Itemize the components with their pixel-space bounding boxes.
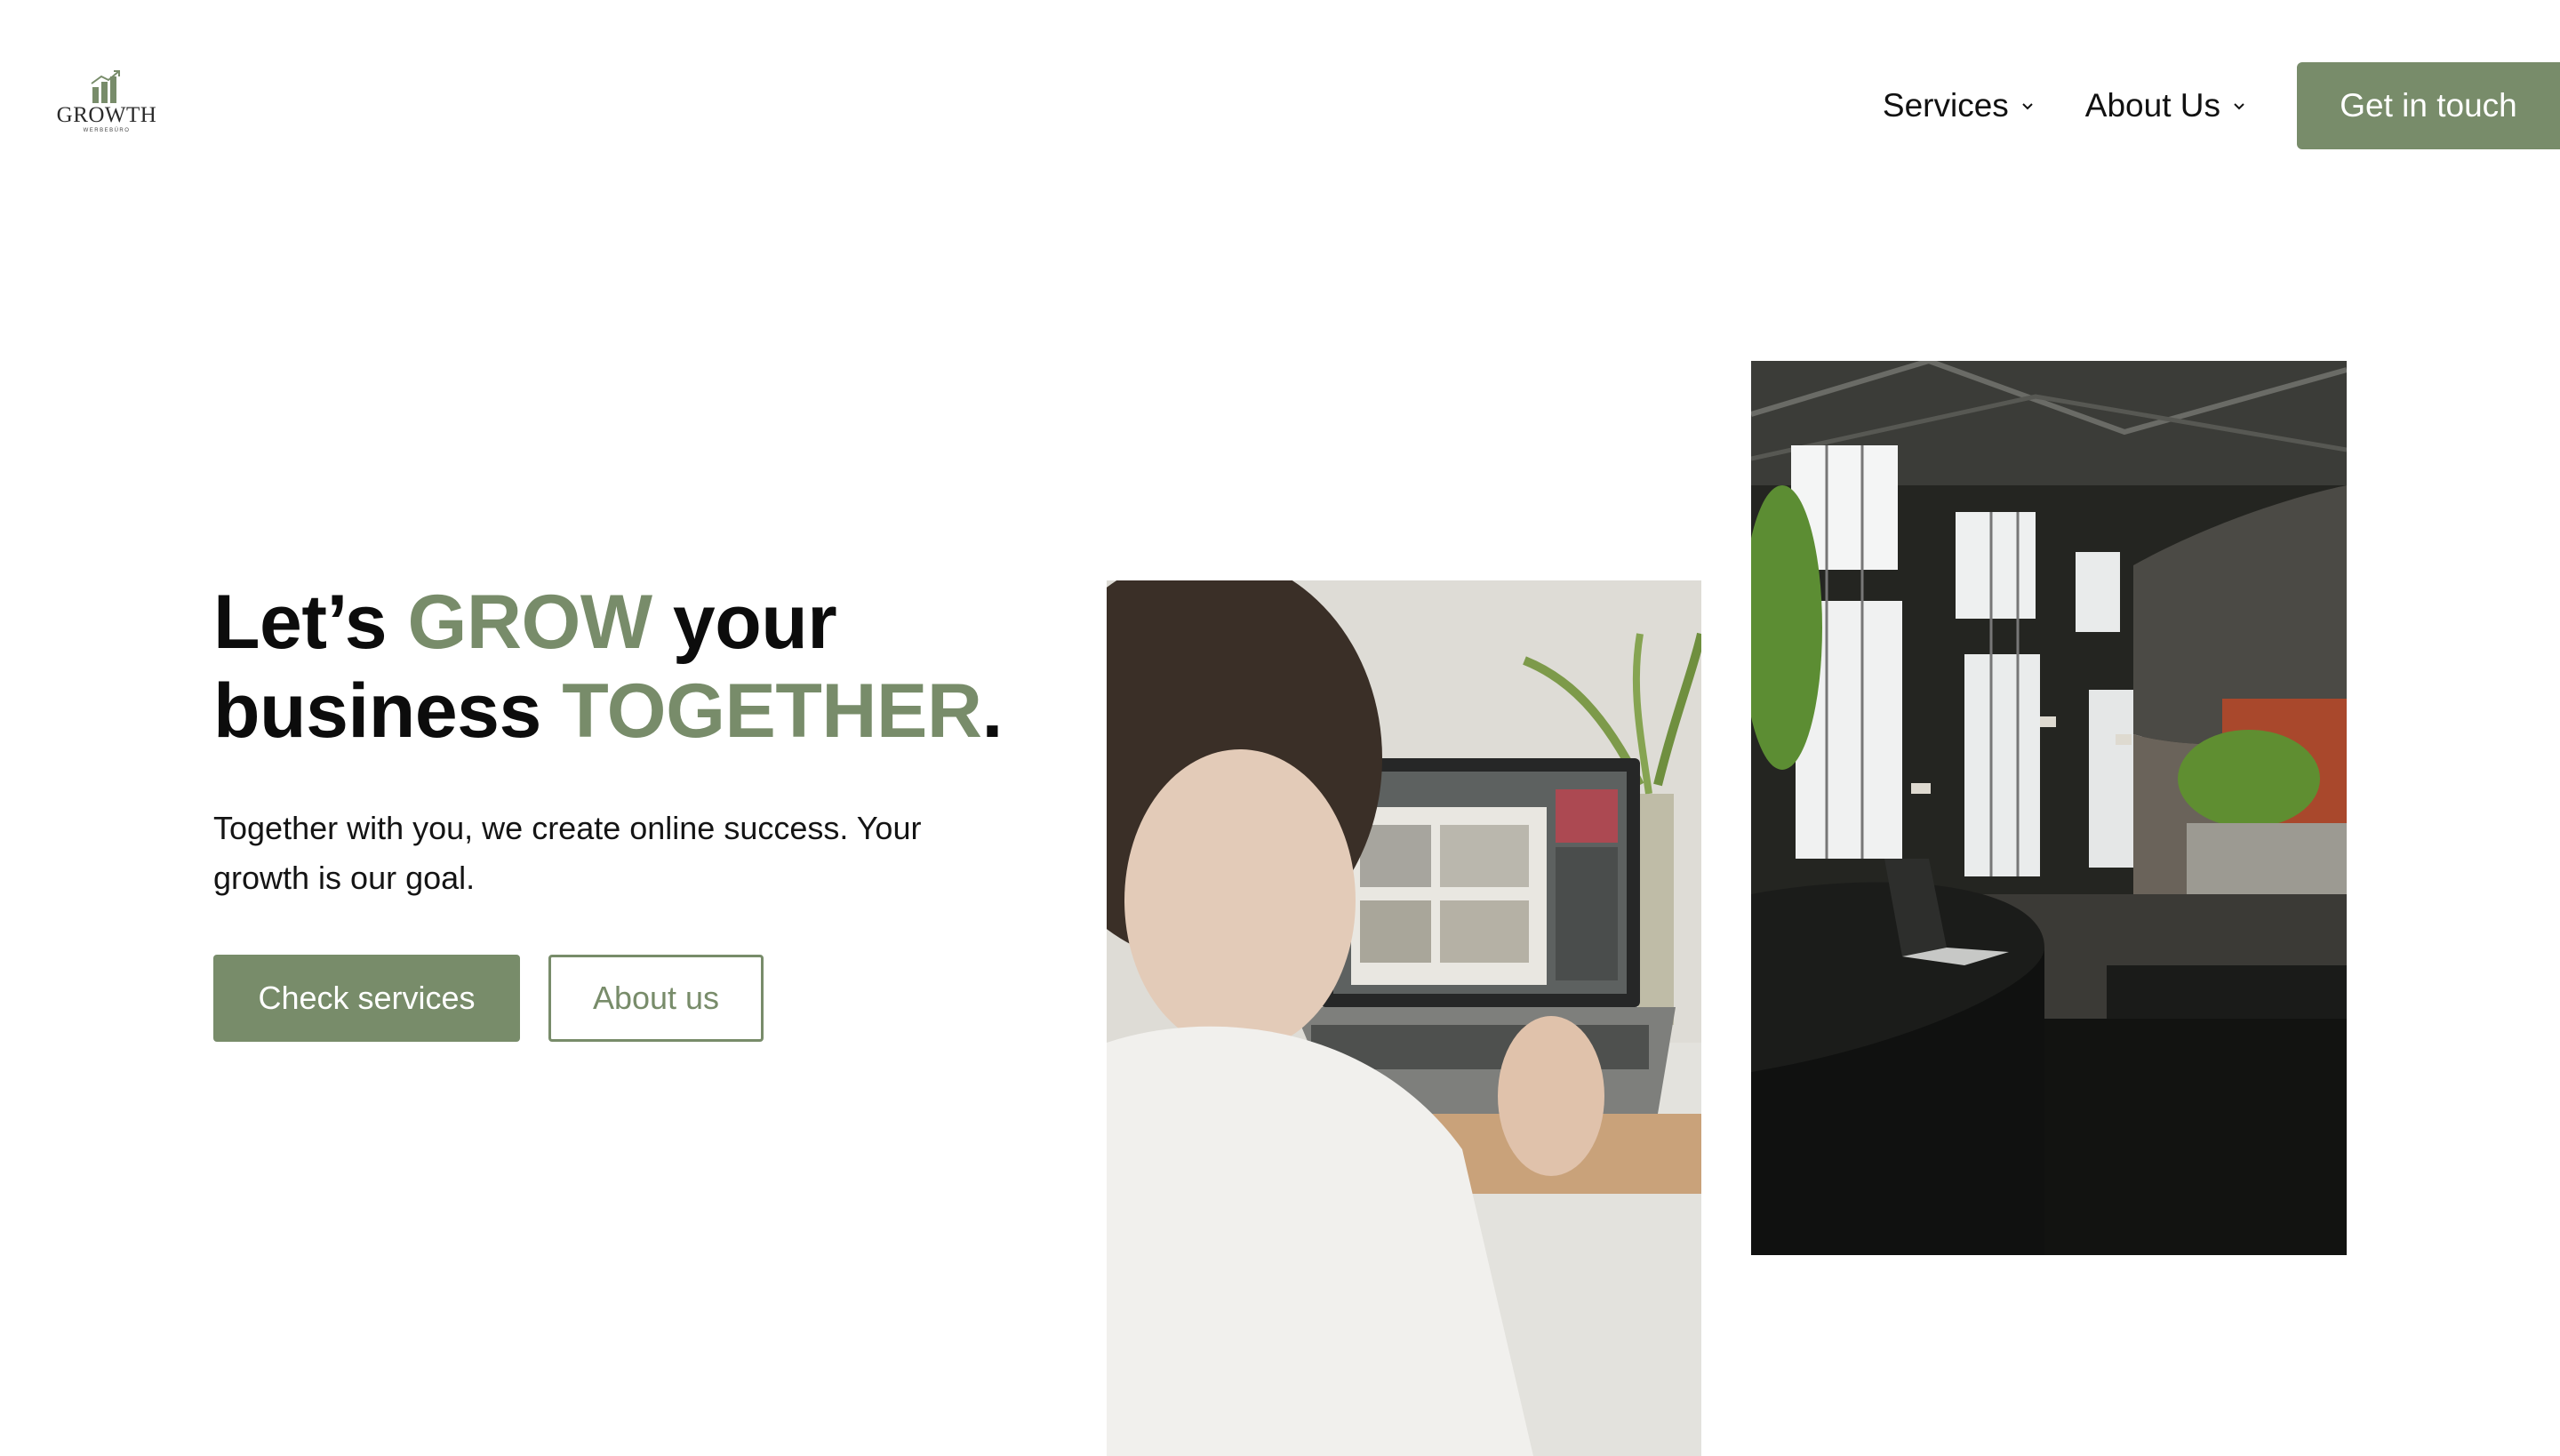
hero-title: Let’s GROW your business TOGETHER. [213, 578, 1003, 756]
chevron-down-icon [2234, 103, 2244, 110]
logo-wordmark: GROWTH [56, 103, 157, 127]
hero-title-text: your [652, 580, 837, 665]
logo-tagline: WERBEBÜRO [83, 128, 131, 133]
hero-title-text: . [981, 668, 1003, 754]
hero-title-highlight: TOGETHER [562, 668, 982, 754]
hero-title-text: business [213, 668, 563, 754]
get-in-touch-button[interactable]: Get in touch [2297, 62, 2560, 149]
about-us-button[interactable]: About us [548, 955, 764, 1042]
laptop-photo [1107, 580, 1701, 1456]
main-nav: Services About Us Get in touch [1883, 62, 2560, 149]
site-header: GROWTH WERBEBÜRO Services About Us Get i… [0, 0, 2560, 210]
hero-title-highlight: GROW [407, 580, 652, 665]
office-interior-photo [1751, 361, 2347, 1255]
nav-item-services[interactable]: Services [1883, 87, 2036, 124]
bar-chart-arrow-icon [91, 70, 120, 103]
nav-item-label: About Us [2084, 87, 2220, 124]
logo[interactable]: GROWTH WERBEBÜRO [55, 69, 158, 140]
nav-item-label: Services [1882, 87, 2009, 124]
hero-title-text: Let’s [213, 580, 408, 665]
nav-item-about-us[interactable]: About Us [2085, 87, 2247, 124]
chevron-down-icon [2022, 103, 2033, 110]
hero-subtitle: Together with you, we create online succ… [213, 810, 922, 896]
check-services-button[interactable]: Check services [213, 955, 520, 1042]
